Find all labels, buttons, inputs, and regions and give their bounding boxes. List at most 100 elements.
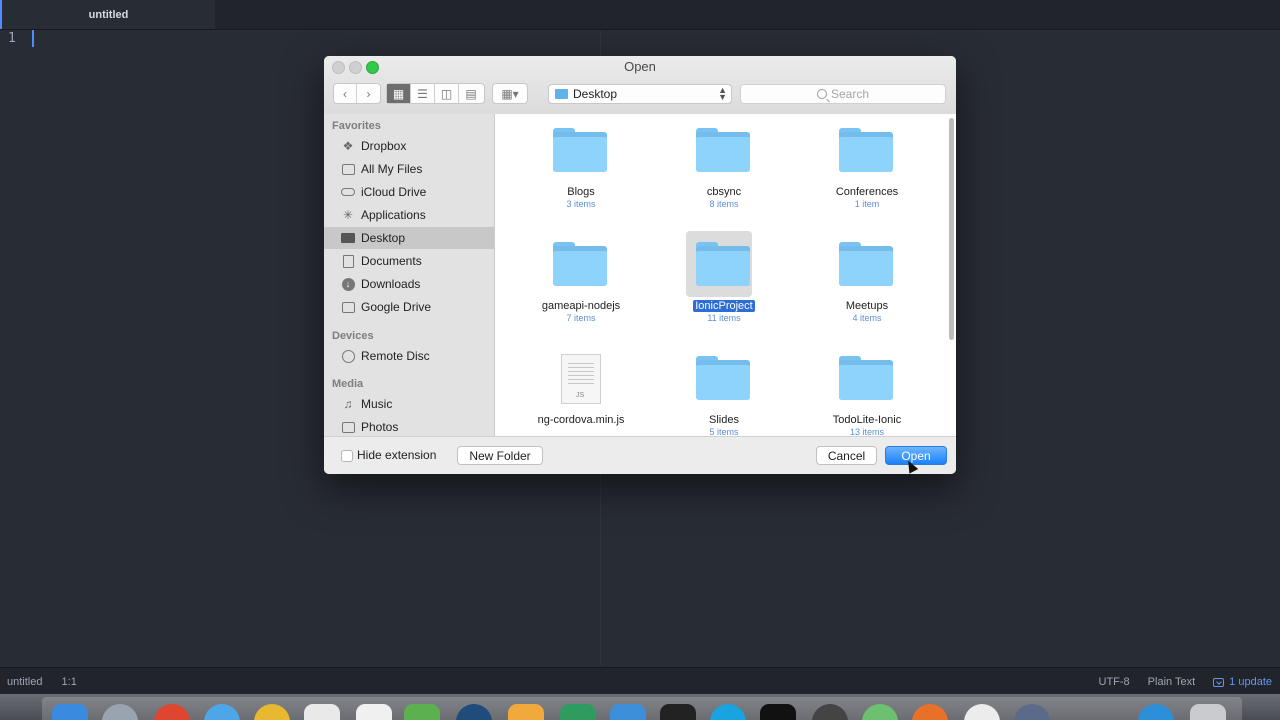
vertical-scrollbar[interactable] [949,118,954,340]
coverflow-view-button[interactable]: ▤ [459,84,483,103]
chevron-left-icon: ‹ [343,86,347,101]
update-notification[interactable]: 1 update [1213,676,1272,688]
file-name: gameapi-nodejs [541,300,621,312]
sidebar-item-google-drive[interactable]: Google Drive [324,296,494,318]
list-view-button[interactable]: ☰ [411,84,435,103]
selected-file-name: IonicProject [693,300,755,312]
item-count: 7 items [566,313,596,323]
sidebar-item-label: Dropbox [361,139,407,153]
file-item-conferences[interactable]: Conferences 1 item [802,116,932,220]
file-item-blogs[interactable]: Blogs 3 items [516,116,646,220]
open-button[interactable]: Open [885,446,947,465]
sidebar-item-documents[interactable]: Documents [324,250,494,272]
navigation-buttons: ‹ › [333,83,381,104]
line-number: 1 [8,31,16,46]
app-dock-icon[interactable] [610,704,646,720]
cancel-button[interactable]: Cancel [816,446,877,465]
music-icon: ♫ [343,397,353,411]
folder-icon [696,356,752,402]
reminders-dock-icon[interactable] [356,704,392,720]
downloads-icon: ↓ [340,276,356,292]
icon-view-button[interactable]: ▦ [387,84,411,103]
tab-untitled[interactable]: untitled [0,0,215,29]
finder-dock-icon[interactable] [52,704,88,720]
grammar-selector[interactable]: Plain Text [1148,676,1196,688]
file-browser: Blogs 3 items cbsync 8 items Conferences… [495,114,956,436]
sidebar-item-label: Photos [361,420,399,434]
file-name: Meetups [845,300,889,312]
app-dock-icon[interactable] [660,704,696,720]
file-item-ng-cordova[interactable]: JS ng-cordova.min.js [516,344,646,436]
folder-icon [839,242,895,288]
folder-icon [839,128,895,174]
sidebar-item-label: Documents [361,254,422,268]
file-item-todolite-ionic[interactable]: TodoLite-Ionic 13 items [802,344,932,436]
js-file-icon: JS [561,354,601,404]
folder-icon [340,299,356,315]
file-encoding[interactable]: UTF-8 [1099,676,1130,688]
sidebar-item-photos[interactable]: Photos [324,416,494,436]
sidebar-item-downloads[interactable]: ↓ Downloads [324,273,494,295]
file-item-slides[interactable]: Slides 5 items [659,344,789,436]
sidebar-item-icloud-drive[interactable]: iCloud Drive [324,181,494,203]
sidebar-header-devices: Devices [332,330,374,342]
item-count: 11 items [707,313,741,323]
dropbox-icon: ❖ [342,139,354,153]
dialog-footer: Hide extension New Folder Cancel Open [324,436,956,474]
sidebar-item-desktop[interactable]: Desktop [324,227,494,249]
new-folder-button[interactable]: New Folder [457,446,543,465]
update-label: 1 update [1229,676,1272,688]
arrange-grid-icon: ▦▾ [501,86,519,101]
location-popup[interactable]: Desktop ▲ ▼ [548,84,732,104]
coverflow-icon: ▤ [465,86,477,101]
status-file-name[interactable]: untitled [7,676,42,688]
sidebar-item-applications[interactable]: ✳ Applications [324,204,494,226]
sidebar-item-label: iCloud Drive [361,185,427,199]
sidebar-item-remote-disc[interactable]: Remote Disc [324,345,494,367]
app-dock-icon[interactable] [508,704,544,720]
sidebar-item-label: Desktop [361,231,406,245]
search-placeholder: Search [830,87,870,101]
file-name: Blogs [567,186,595,198]
cursor-position[interactable]: 1:1 [62,676,77,688]
back-button[interactable]: ‹ [334,84,358,103]
dock [0,694,1280,720]
forward-button[interactable]: › [357,84,380,103]
file-item-ionicproject[interactable]: IonicProject 11 items [659,230,789,334]
terminal-dock-icon[interactable] [760,704,796,720]
sidebar-item-label: All My Files [361,162,423,176]
app-dock-icon[interactable] [560,704,596,720]
package-icon [1213,677,1225,687]
sidebar-item-dropbox[interactable]: ❖ Dropbox [324,135,494,157]
numbers-dock-icon[interactable] [404,704,440,720]
folder-icon [553,242,609,288]
calendar-dock-icon[interactable] [304,704,340,720]
sidebar-item-all-my-files[interactable]: All My Files [324,158,494,180]
location-label: Desktop [573,87,618,101]
file-item-cbsync[interactable]: cbsync 8 items [659,116,789,220]
all-files-icon [340,161,356,177]
folder-icon [696,242,752,288]
dialog-title: Open [624,59,656,74]
applications-icon: ✳ [342,208,354,222]
item-count: 8 items [709,199,739,209]
file-name: Conferences [835,186,899,198]
hide-extension-checkbox[interactable] [341,450,353,462]
documents-icon [340,253,356,269]
file-item-meetups[interactable]: Meetups 4 items [802,230,932,334]
item-count: 5 items [709,427,739,436]
column-view-button[interactable]: ◫ [435,84,459,103]
hide-extension-label[interactable]: Hide extension [357,448,436,462]
view-mode-buttons: ▦ ☰ ◫ ▤ [386,83,485,104]
columns-icon: ◫ [440,86,453,101]
sidebar-item-label: Google Drive [361,300,432,314]
arrange-button[interactable]: ▦▾ [493,84,527,103]
sidebar-item-music[interactable]: ♫ Music [324,393,494,415]
file-item-gameapi-nodejs[interactable]: gameapi-nodejs 7 items [516,230,646,334]
item-count: 13 items [849,427,884,436]
file-name: cbsync [706,186,742,198]
item-count: 3 items [566,199,596,209]
trash-dock-icon[interactable] [1190,704,1226,720]
sidebar-item-label: Remote Disc [361,349,430,363]
search-field[interactable]: Search [740,84,946,104]
